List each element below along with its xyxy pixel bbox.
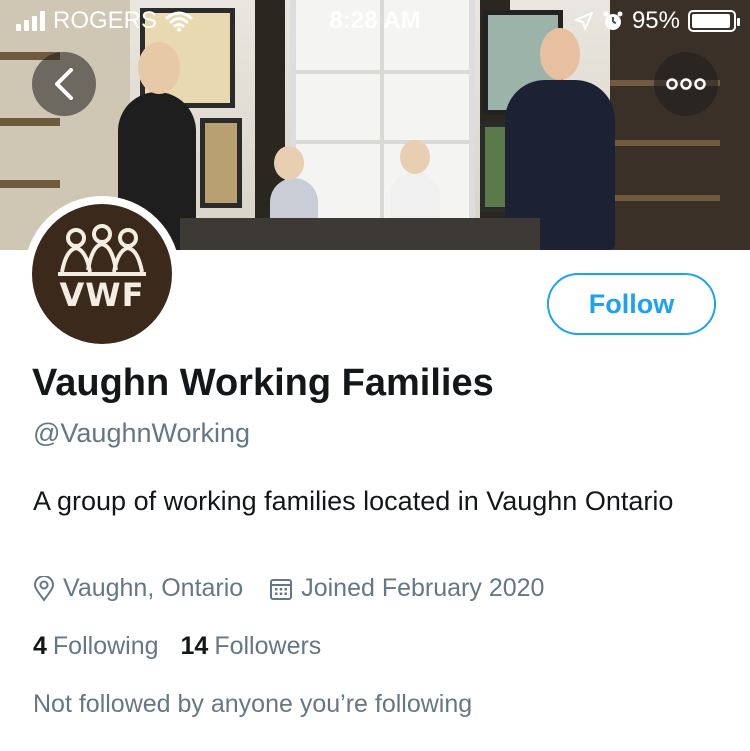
not-followed-note: Not followed by anyone you’re following [33,690,473,718]
location-pin-icon [33,575,55,602]
alarm-icon [603,11,623,30]
following-link[interactable]: 4 Following [33,632,159,661]
avatar-logo-text: VWF [59,276,145,314]
banner-person-head [138,42,180,94]
banner-person-head [400,140,430,174]
calendar-icon [270,578,293,600]
banner-shelf [610,195,720,201]
profile-location: Vaughn, Ontario [33,574,243,603]
profile-meta: Vaughn, Ontario Joined February 2020 [33,574,570,603]
status-bar-right: 95% [574,7,740,35]
banner-shelf [0,180,60,188]
followers-count: 14 [180,632,209,660]
battery-percent: 95% [631,7,680,34]
status-bar: ROGERS 8:28 AM 95% [0,0,750,40]
more-horizontal-icon [666,78,706,90]
avatar[interactable]: VWF [32,204,172,344]
avatar-ring: VWF [24,196,180,352]
profile-joined-text: Joined February 2020 [301,574,545,602]
chevron-left-icon [55,68,73,100]
back-button[interactable] [32,52,96,116]
following-count: 4 [33,632,47,660]
profile-handle: @VaughnWorking [33,418,251,448]
followers-label: Followers [214,632,322,660]
battery-fill [692,14,730,28]
banner-shelf [0,118,60,126]
banner-shelf [610,140,720,146]
banner-painting [200,118,242,208]
profile-counts: 4 Following 14 Followers [33,632,343,661]
banner-table [180,218,540,250]
profile-display-name: Vaughn Working Families [32,362,494,404]
more-options-button[interactable] [654,52,718,116]
profile-bio: A group of working families located in V… [33,486,674,516]
banner-person [390,172,440,222]
battery-icon [688,10,740,32]
banner-person-head [274,146,304,180]
following-label: Following [52,632,159,660]
profile-joined: Joined February 2020 [269,574,544,603]
follow-button[interactable]: Follow [547,273,716,335]
profile-location-text: Vaughn, Ontario [63,574,244,602]
followers-link[interactable]: 14 Followers [181,632,322,661]
location-arrow-icon [574,12,593,30]
